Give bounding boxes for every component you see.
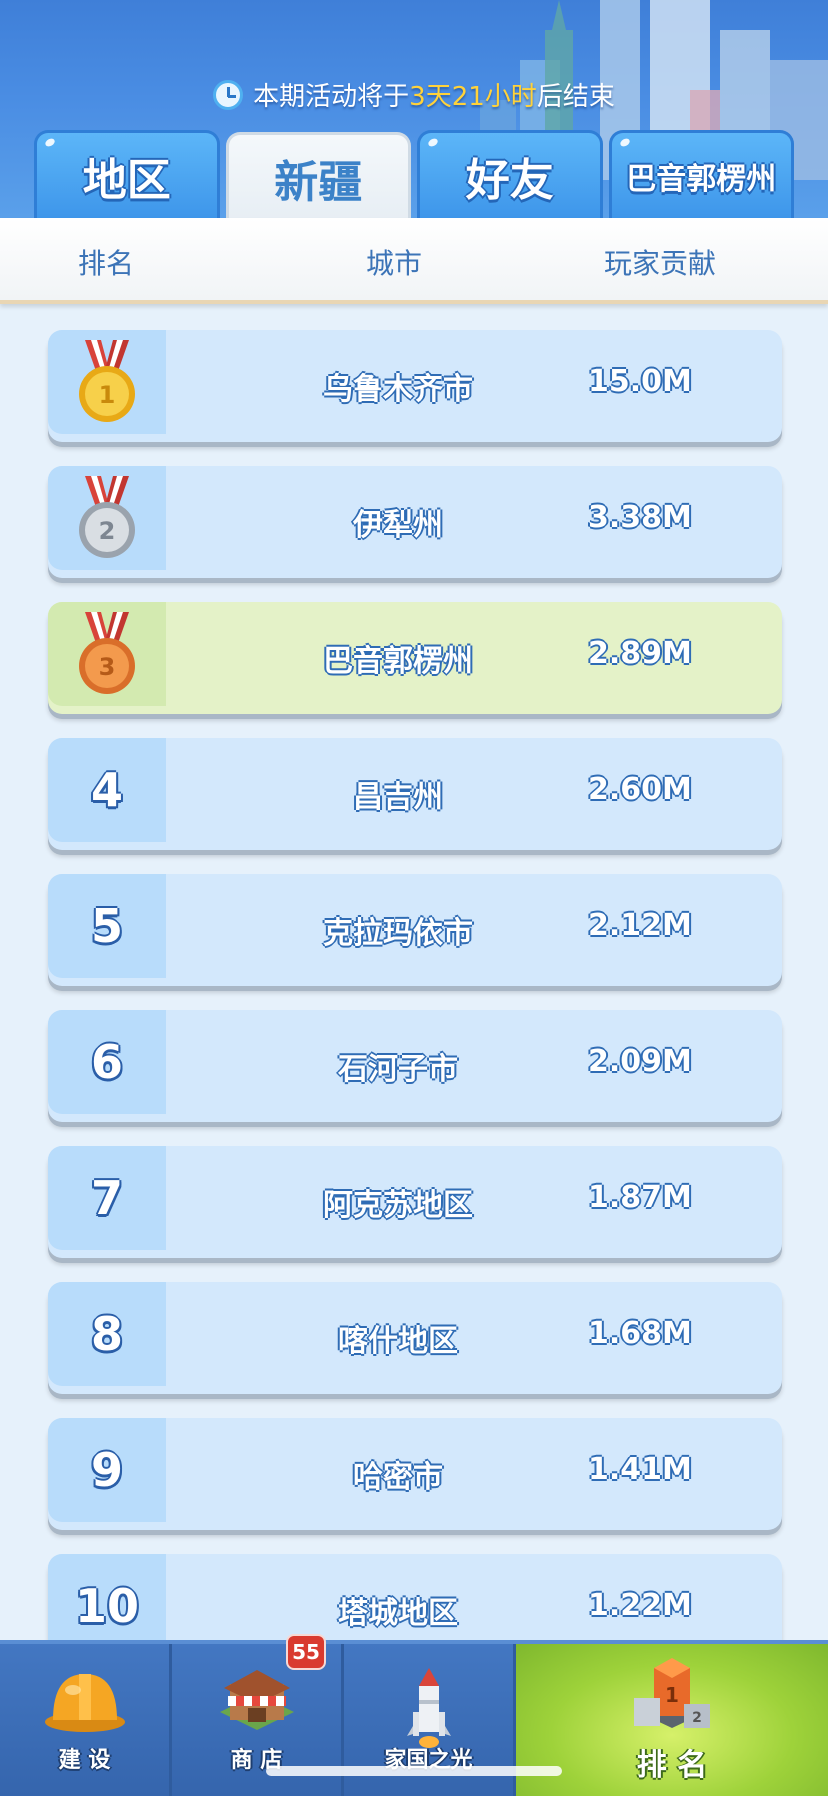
contribution-value: 2.12M: [588, 908, 692, 943]
rank-number: 5: [90, 899, 123, 953]
rank-cell: 9: [48, 1418, 166, 1522]
rank-number: 6: [90, 1035, 123, 1089]
contribution-value: 1.68M: [588, 1316, 692, 1351]
nav-build-label: 建 设: [58, 1748, 111, 1773]
countdown-remaining: 3天21小时: [409, 82, 537, 112]
city-name: 哈密市: [353, 1460, 443, 1495]
nav-ranking-label: 排 名: [636, 1748, 708, 1783]
tab-label: 地区: [82, 154, 171, 206]
countdown-prefix: 本期活动将于: [253, 82, 410, 112]
nav-ranking[interactable]: 1 2 排 名: [516, 1644, 828, 1796]
ranking-row[interactable]: 2 伊犁州 3.38M: [48, 466, 782, 578]
ranking-column-header: 排名 城市 玩家贡献: [0, 218, 828, 304]
city-name: 乌鲁木齐市: [323, 372, 473, 407]
svg-text:2: 2: [99, 517, 116, 545]
city-name: 巴音郭楞州: [323, 644, 473, 679]
city-name: 塔城地区: [338, 1596, 458, 1631]
contribution-value: 1.87M: [588, 1180, 692, 1215]
tab-bayingolin[interactable]: 巴音郭楞州: [608, 130, 794, 218]
hard-hat-icon: [43, 1666, 127, 1740]
rank-number: 7: [90, 1171, 123, 1225]
city-name: 昌吉州: [353, 780, 443, 815]
ranking-row[interactable]: 6 石河子市 2.09M: [48, 1010, 782, 1122]
tab-region[interactable]: 地区: [34, 130, 220, 218]
ranking-row[interactable]: 8 喀什地区 1.68M: [48, 1282, 782, 1394]
ranking-list: 1 乌鲁木齐市 15.0M 2 伊犁州 3.38M 3 巴音郭楞州 2.89M …: [48, 330, 782, 1690]
ranking-row[interactable]: 7 阿克苏地区 1.87M: [48, 1146, 782, 1258]
contribution-value: 2.09M: [588, 1044, 692, 1079]
header-banner: 本期活动将于3天21小时后结束 地区 新疆 好友 巴音郭楞州: [0, 0, 828, 218]
silver-medal-icon: 2: [75, 476, 139, 560]
tab-label: 好友: [465, 154, 554, 206]
bronze-medal-icon: 3: [75, 612, 139, 696]
event-countdown: 本期活动将于3天21小时后结束: [0, 76, 828, 113]
rank-cell: 1: [48, 330, 166, 434]
contribution-value: 3.38M: [588, 500, 692, 535]
shop-building-icon: [212, 1666, 302, 1744]
contribution-value: 1.22M: [588, 1588, 692, 1623]
tab-label: 新疆: [274, 156, 363, 208]
rank-number: 9: [90, 1443, 123, 1497]
countdown-suffix: 后结束: [536, 82, 615, 112]
rank-cell: 8: [48, 1282, 166, 1386]
clock-icon: [213, 79, 244, 110]
ranking-row-highlighted[interactable]: 3 巴音郭楞州 2.89M: [48, 602, 782, 714]
region-tabs: 地区 新疆 好友 巴音郭楞州: [34, 130, 794, 218]
ranking-row[interactable]: 1 乌鲁木齐市 15.0M: [48, 330, 782, 442]
ranking-row[interactable]: 4 昌吉州 2.60M: [48, 738, 782, 850]
contribution-value: 2.60M: [588, 772, 692, 807]
svg-text:2: 2: [692, 1710, 702, 1726]
shop-notification-badge: 55: [286, 1634, 326, 1670]
column-rank: 排名: [78, 247, 135, 280]
gold-medal-icon: 1: [75, 340, 139, 424]
rank-cell: 4: [48, 738, 166, 842]
rank-number: 4: [90, 763, 123, 817]
rank-number: 8: [90, 1307, 123, 1361]
contribution-value: 15.0M: [588, 364, 692, 399]
rocket-icon: [399, 1666, 459, 1754]
tab-xinjiang[interactable]: 新疆: [225, 132, 411, 218]
contribution-value: 2.89M: [588, 636, 692, 671]
city-name: 伊犁州: [353, 508, 443, 543]
city-name: 喀什地区: [338, 1324, 458, 1359]
city-name: 阿克苏地区: [323, 1188, 473, 1223]
podium-icon: 1 2: [624, 1654, 720, 1754]
ranking-row[interactable]: 5 克拉玛依市 2.12M: [48, 874, 782, 986]
svg-text:3: 3: [99, 653, 116, 681]
city-name: 克拉玛依市: [323, 916, 473, 951]
city-name: 石河子市: [338, 1052, 458, 1087]
nav-build[interactable]: 建 设: [0, 1644, 172, 1796]
rank-cell: 2: [48, 466, 166, 570]
tab-label: 巴音郭楞州: [626, 161, 777, 197]
column-contribution: 玩家贡献: [604, 247, 717, 280]
column-city: 城市: [366, 247, 423, 280]
contribution-value: 1.41M: [588, 1452, 692, 1487]
home-indicator[interactable]: [266, 1766, 562, 1776]
svg-text:1: 1: [665, 1683, 679, 1707]
tab-friends[interactable]: 好友: [417, 130, 603, 218]
ranking-row[interactable]: 9 哈密市 1.41M: [48, 1418, 782, 1530]
rank-cell: 5: [48, 874, 166, 978]
rank-cell: 7: [48, 1146, 166, 1250]
svg-text:1: 1: [99, 381, 116, 409]
rank-cell: 6: [48, 1010, 166, 1114]
rank-cell: 3: [48, 602, 166, 706]
rank-number: 10: [74, 1579, 139, 1633]
